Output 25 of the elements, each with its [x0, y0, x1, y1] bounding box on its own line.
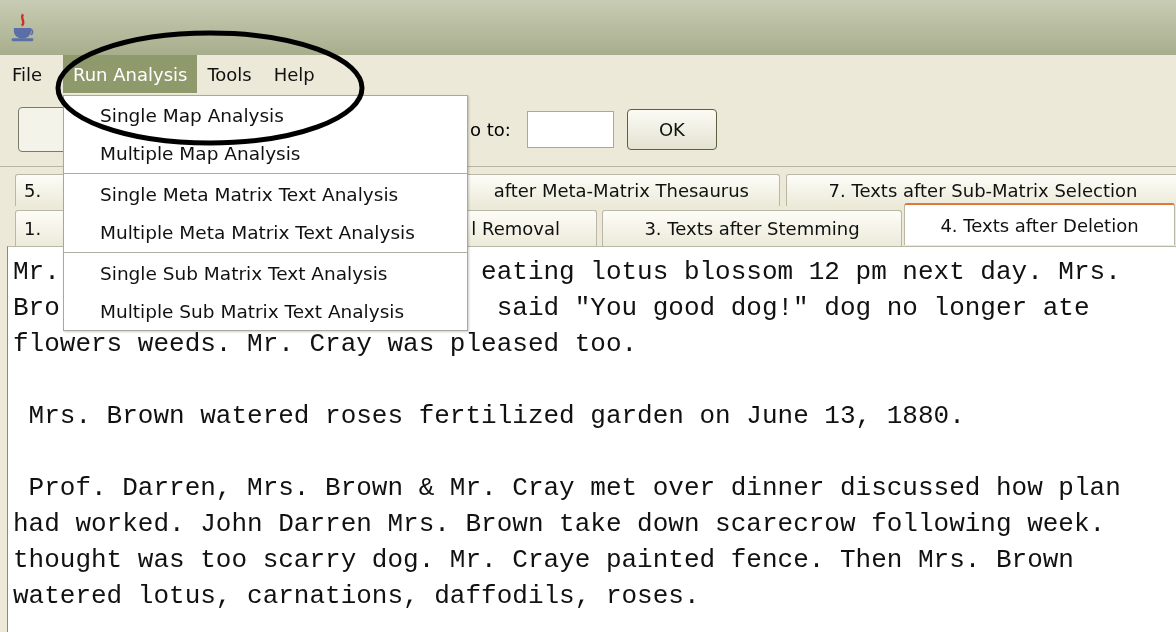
- text-line: said "You good dog!" dog no longer ate: [496, 293, 1090, 323]
- goto-field[interactable]: [526, 111, 614, 148]
- text-line: flowers weeds. Mr. Cray was pleased too.: [13, 329, 638, 359]
- menu-item[interactable]: Tools: [203, 55, 256, 93]
- text-line: watered lotus, carnations, daffodils, roses.: [13, 581, 700, 611]
- tab[interactable]: 4. Texts after Deletion: [904, 203, 1175, 245]
- menu-option[interactable]: Multiple Meta Matrix Text Analysis: [64, 213, 467, 251]
- menu-option[interactable]: Multiple Sub Matrix Text Analysis: [64, 292, 467, 330]
- menu-option[interactable]: Single Sub Matrix Text Analysis: [64, 254, 467, 292]
- ok-button[interactable]: OK: [626, 109, 717, 150]
- menu-item[interactable]: Help: [269, 55, 319, 93]
- menu-option[interactable]: Single Map Analysis: [64, 96, 467, 134]
- text-line: Mrs. Brown watered roses fertilized garden on June 13, 1880.: [27, 401, 965, 431]
- menu-item[interactable]: File: [0, 55, 51, 93]
- goto-label: o to:: [470, 119, 511, 140]
- text-line: thought was too scarry dog. Mr. Craye painted fence. Then Mrs. Brown: [13, 545, 1074, 575]
- text-area[interactable]: [7, 246, 1176, 632]
- tab[interactable]: 3. Texts after Stemming: [602, 210, 902, 246]
- tab[interactable]: 7. Texts after Sub-Matrix Selection: [786, 174, 1176, 206]
- text-line: Mr.: [13, 257, 60, 287]
- text-line: Bro: [13, 293, 60, 323]
- text-line: had worked. John Darren Mrs. Brown take down scarecrow following week.: [13, 509, 1106, 539]
- text-line: Prof. Darren, Mrs. Brown & Mr. Cray met over dinner discussed how plan: [27, 473, 1121, 503]
- text-line: eating lotus blossom 12 pm next day. Mrs.: [481, 257, 1121, 287]
- menu-option[interactable]: Multiple Map Analysis: [64, 134, 467, 172]
